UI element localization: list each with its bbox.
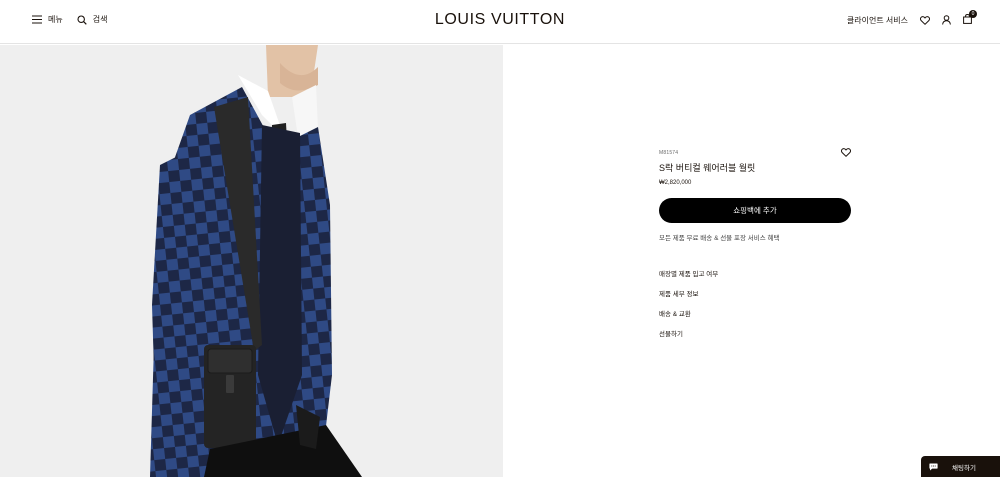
link-gift[interactable]: 선물하기 (659, 328, 718, 338)
user-icon[interactable] (942, 15, 951, 25)
product-links: 매장별 제품 입고 여부 제품 세부 정보 배송 & 교환 선물하기 (659, 268, 718, 348)
bag-button[interactable]: 0 (963, 10, 977, 26)
product-name: S락 버티컬 웨어러블 월릿 (659, 163, 756, 173)
chat-icon (929, 463, 938, 470)
delivery-note: 모든 제품 무료 배송 & 선물 포장 서비스 혜택 (659, 235, 780, 242)
wishlist-heart-icon[interactable] (841, 148, 851, 157)
product-price: ₩2,820,000 (659, 180, 692, 186)
product-image (0, 45, 503, 477)
product-info: M81574 S락 버티컬 웨어러블 월릿 ₩2,820,000 (659, 150, 851, 186)
client-services-link[interactable]: 클라이언트 서비스 (847, 15, 908, 26)
add-to-bag-button[interactable]: 쇼핑백에 추가 (659, 198, 851, 223)
chat-label: 채팅하기 (952, 464, 976, 472)
product-photo (0, 45, 503, 477)
link-delivery-returns[interactable]: 배송 & 교환 (659, 308, 718, 318)
bag-count-badge: 0 (969, 10, 977, 18)
link-product-details[interactable]: 제품 세부 정보 (659, 288, 718, 298)
heart-icon[interactable] (920, 15, 930, 25)
site-header: 메뉴 검색 LOUIS VUITTON 클라이언트 서비스 0 (0, 0, 1000, 44)
chat-button[interactable]: 채팅하기 (921, 456, 1000, 477)
product-sku: M81574 (659, 150, 679, 156)
header-right: 클라이언트 서비스 0 (847, 10, 977, 26)
link-store-availability[interactable]: 매장별 제품 입고 여부 (659, 268, 718, 278)
